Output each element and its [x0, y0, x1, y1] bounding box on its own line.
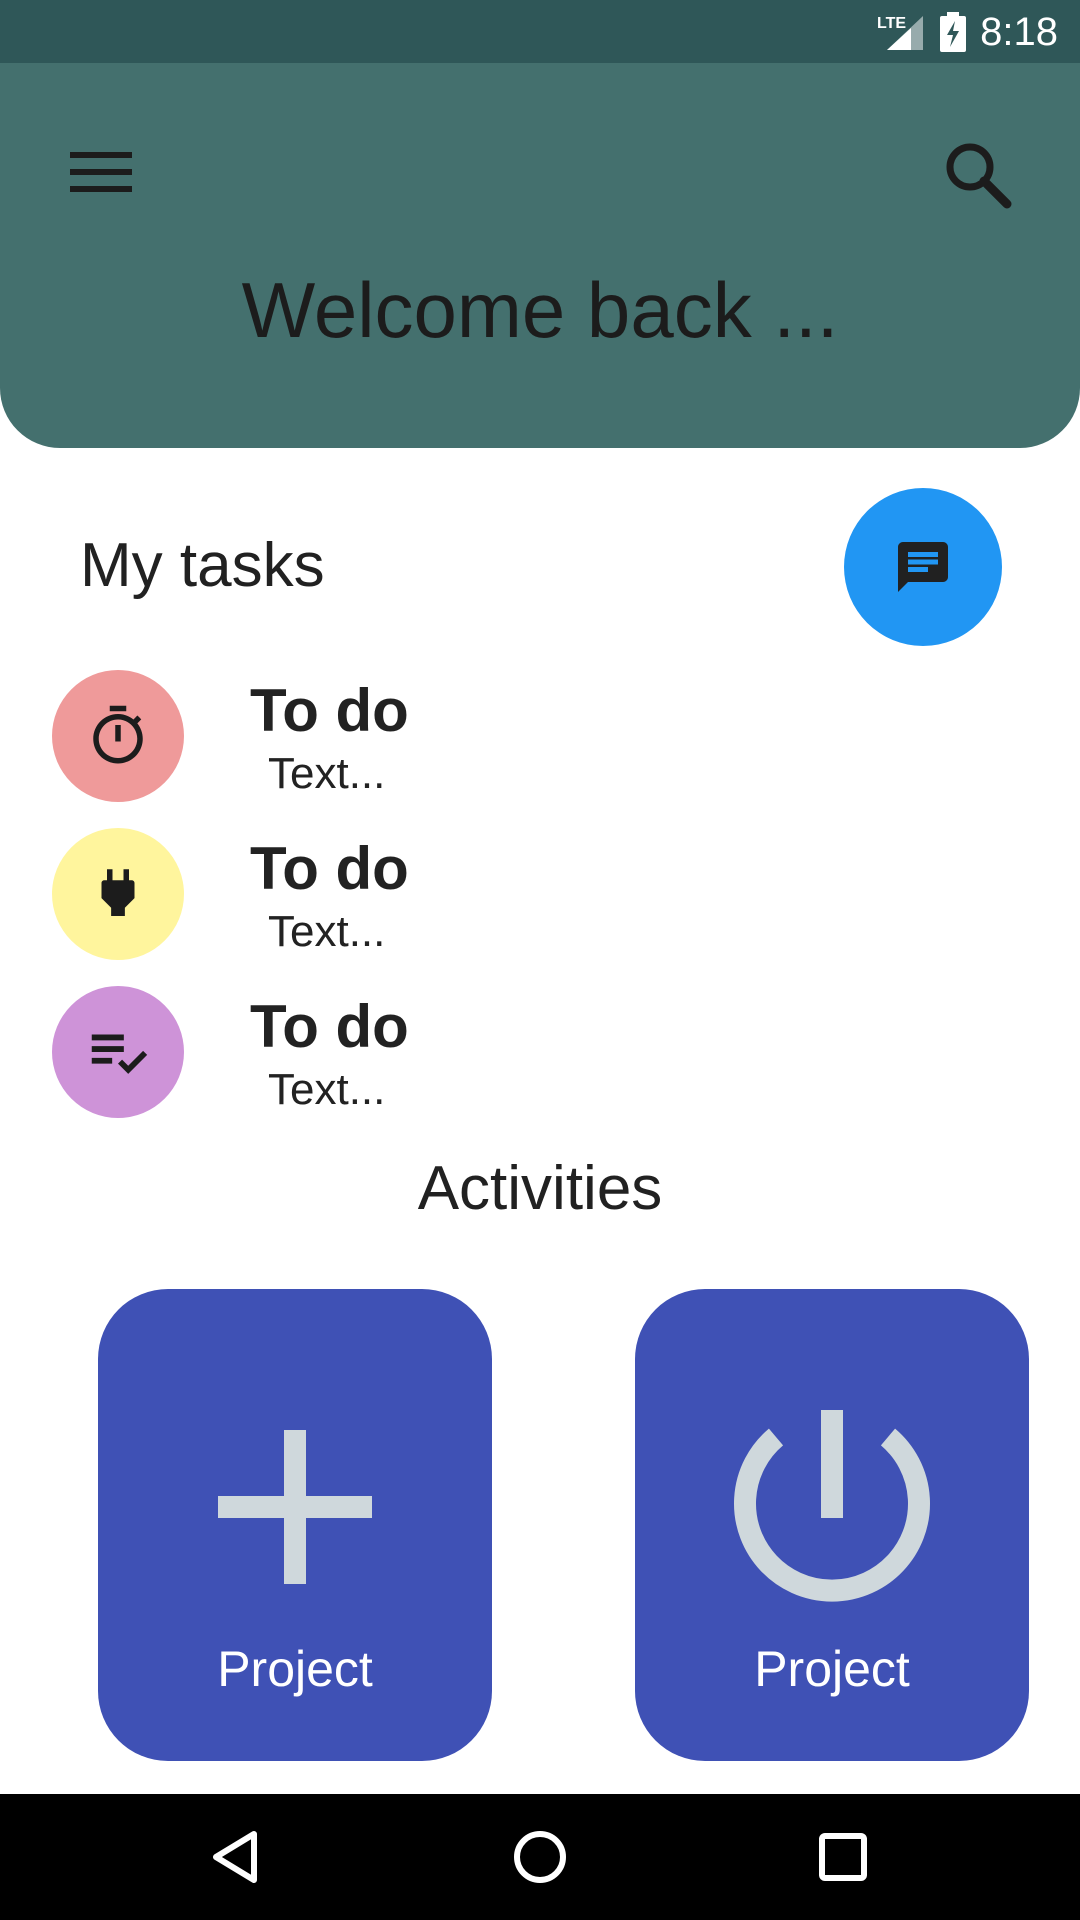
power-plug-icon: [101, 869, 135, 916]
timer-icon: [93, 705, 143, 764]
navigation-bar: [0, 1794, 1080, 1920]
lte-signal-icon: LTE: [877, 15, 923, 50]
task-title: To do: [250, 993, 409, 1060]
task-item[interactable]: To do Text...: [52, 828, 752, 960]
my-tasks-title: My tasks: [80, 531, 325, 600]
task-icon-circle: [52, 986, 184, 1118]
task-icon-circle: [52, 670, 184, 802]
recents-icon: [819, 1833, 867, 1881]
recents-button[interactable]: [808, 1822, 878, 1892]
back-icon: [213, 1831, 257, 1883]
menu-icon: [70, 152, 132, 192]
project-card[interactable]: Project: [635, 1289, 1029, 1761]
header: Welcome back ...: [0, 63, 1080, 448]
task-item[interactable]: To do Text...: [52, 986, 752, 1118]
status-clock: 8:18: [980, 10, 1058, 54]
task-subtitle: Text...: [268, 1065, 386, 1114]
back-button[interactable]: [202, 1822, 272, 1892]
project-card[interactable]: Project: [98, 1289, 492, 1761]
home-button[interactable]: [505, 1822, 575, 1892]
task-subtitle: Text...: [268, 907, 386, 956]
task-title: To do: [250, 835, 409, 902]
activities-title: Activities: [417, 1154, 663, 1223]
menu-button[interactable]: [58, 133, 148, 223]
task-icon-circle: [52, 828, 184, 960]
chat-icon: [898, 542, 948, 592]
battery-charging-icon: [940, 12, 966, 52]
task-title: To do: [250, 677, 409, 744]
status-bar: LTE 8:18: [0, 0, 1080, 63]
chat-fab-button[interactable]: [844, 488, 1002, 646]
home-icon: [514, 1831, 566, 1883]
search-button[interactable]: [930, 127, 1020, 217]
power-icon: [734, 1410, 930, 1602]
search-icon: [946, 143, 1012, 209]
task-subtitle: Text...: [268, 749, 386, 798]
project-card-label: Project: [217, 1641, 373, 1697]
project-card-label: Project: [754, 1641, 910, 1697]
svg-text:LTE: LTE: [877, 15, 906, 32]
welcome-title: Welcome back ...: [241, 266, 839, 354]
task-item[interactable]: To do Text...: [52, 670, 752, 802]
plus-icon: [218, 1430, 372, 1584]
playlist-check-icon: [91, 1034, 148, 1074]
